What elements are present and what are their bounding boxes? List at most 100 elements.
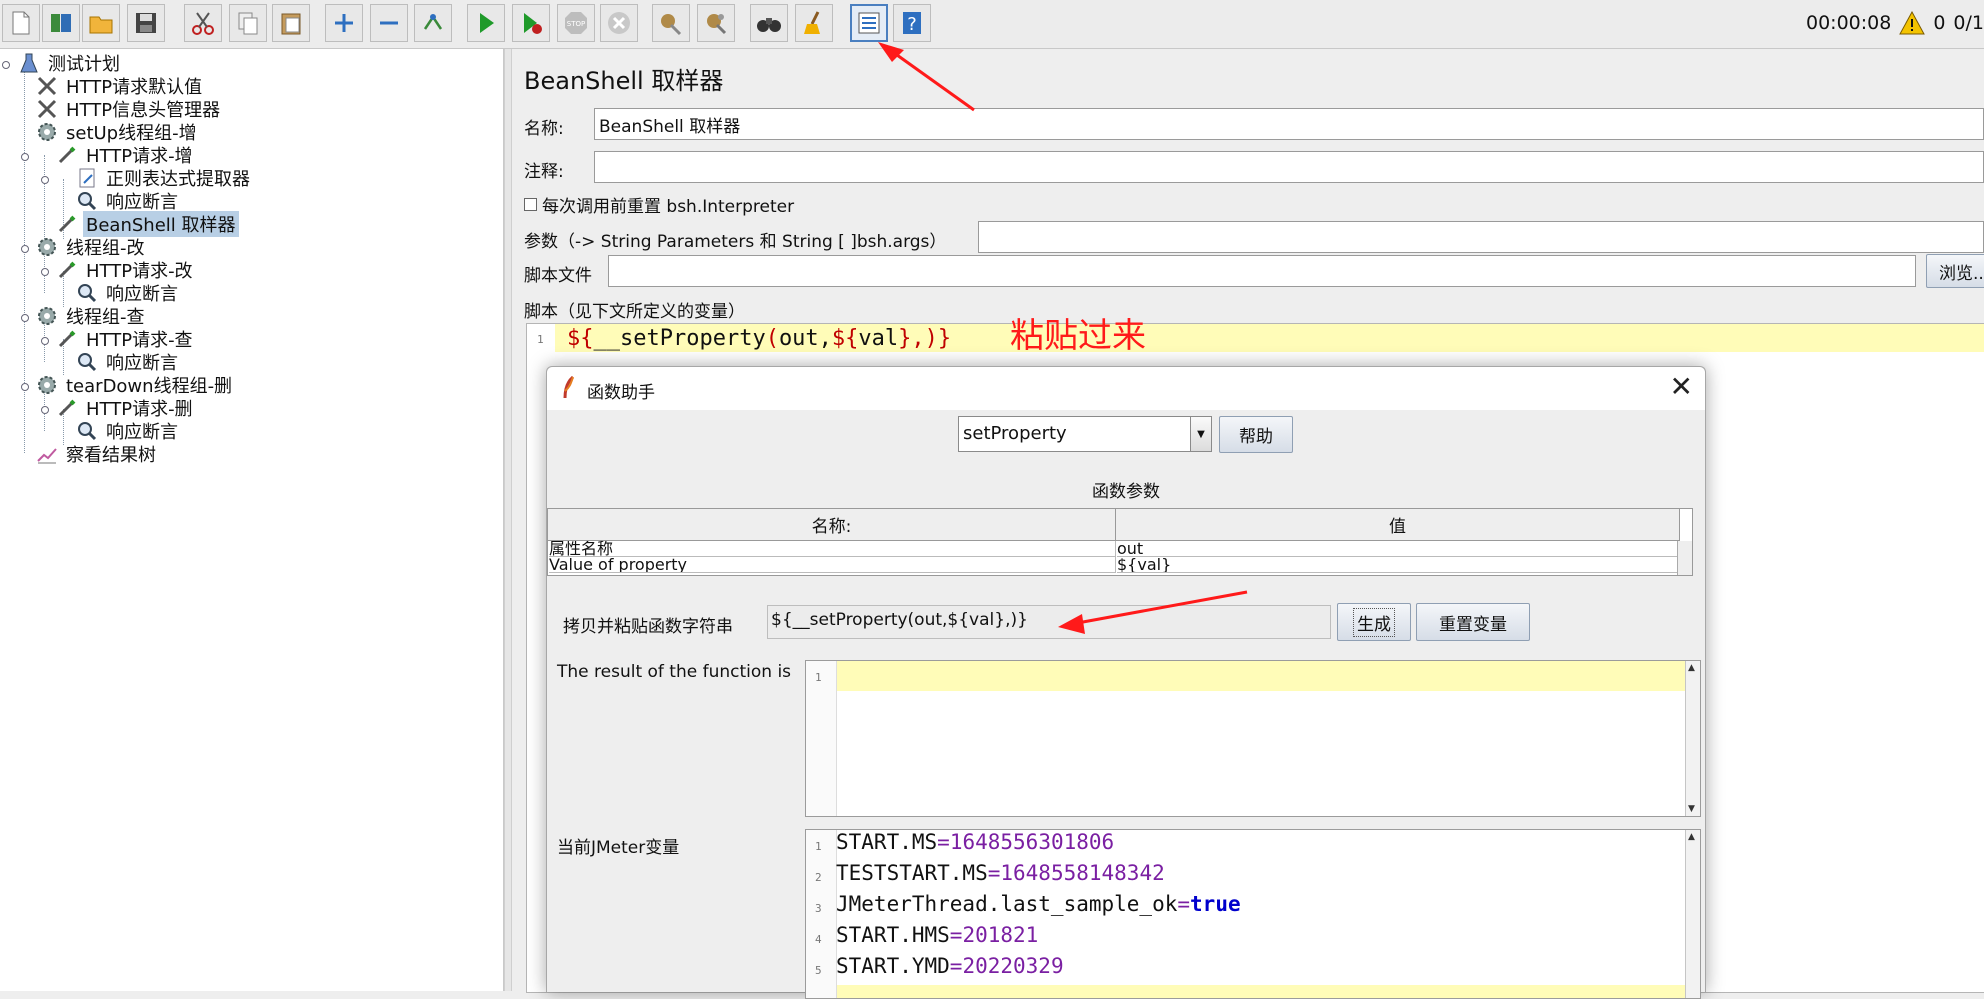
variable-line: JMeterThread.last_sample_ok=true [836,892,1241,916]
pipette-icon [56,144,78,166]
line-number: 1 [537,333,544,346]
warning-icon[interactable] [1899,11,1926,35]
variable-line: START.MS=1648556301806 [836,830,1115,854]
feather-icon [561,375,577,405]
col-header-name[interactable]: 名称: [548,509,1116,541]
line-number: 4 [815,933,822,946]
function-string-field[interactable]: ${__setProperty(out,${val},)} [767,605,1331,639]
gear-icon [36,236,58,258]
open-icon[interactable] [82,4,120,42]
params-field[interactable] [978,221,1984,253]
editor-gutter [806,661,837,816]
tree-node-results-tree[interactable]: 察看结果树 [36,441,159,467]
wrench-icon [36,75,58,97]
reset-interpreter-label: 每次调用前重置 bsh.Interpreter [542,197,795,217]
browse-button[interactable]: 浏览... [1926,254,1984,288]
param-name-cell[interactable]: Value of property [549,557,1116,573]
templates-icon[interactable] [42,4,80,42]
line-number: 2 [815,871,822,884]
pipette-icon [56,328,78,350]
panel-title: BeanShell 取样器 [524,67,724,95]
result-scrollbar[interactable]: ▲ ▼ [1685,661,1700,816]
name-label: 名称: [524,119,564,139]
pipette-icon [56,259,78,281]
line-number: 3 [815,902,822,915]
script-file-field[interactable] [608,255,1916,287]
params-caption: 函数参数 [1092,482,1160,502]
name-field[interactable]: BeanShell 取样器 [594,108,1984,140]
clear-icon[interactable] [652,4,690,42]
function-helper-dialog: 函数助手 ✕ setProperty ▼ 帮助 函数参数 名称: 值 属性名称 … [546,366,1706,999]
script-label: 脚本（见下文所定义的变量） [524,302,745,322]
table-scrollbar[interactable] [1677,541,1692,575]
toolbar: STOP ? 00:00:08 0 0/1 [0,0,1984,49]
collapse-icon[interactable] [370,4,408,42]
toggle-icon[interactable] [414,4,452,42]
line-number: 1 [815,840,822,853]
function-params-table: 名称: 值 属性名称 out Value of property ${val} [547,508,1693,576]
tree-node-label: 察看结果树 [66,445,156,466]
help-button[interactable]: 帮助 [1219,416,1293,453]
script-file-label: 脚本文件 [524,266,592,286]
generate-label: 生成 [1353,607,1395,637]
search-icon[interactable] [750,4,788,42]
generate-button[interactable]: 生成 [1337,603,1411,641]
new-icon[interactable] [2,4,40,42]
svg-text:STOP: STOP [567,20,585,28]
thread-count: 0/1 [1953,12,1984,34]
magnifier-icon [76,351,98,373]
magnifier-icon [76,420,98,442]
test-plan-tree: 测试计划 HTTP请求默认值 HTTP信息头管理器 setUp线程组-增 HTT… [0,49,504,991]
jmeter-variables-editor[interactable]: 1 START.MS=1648556301806 2 TESTSTART.MS=… [805,829,1701,999]
svg-text:?: ? [907,14,917,35]
stop-icon[interactable]: STOP [557,4,595,42]
close-icon[interactable]: ✕ [1670,373,1693,401]
dialog-titlebar[interactable]: 函数助手 ✕ [547,367,1705,410]
paste-icon[interactable] [272,4,310,42]
extractor-icon [76,167,98,189]
wrench-icon [36,98,58,120]
comment-field[interactable] [594,151,1984,183]
copy-paste-label: 拷贝并粘贴函数字符串 [563,617,733,637]
start-icon[interactable] [467,4,505,42]
function-select-value: setProperty [963,423,1067,444]
function-helper-icon[interactable] [850,4,888,42]
pipette-icon [56,397,78,419]
warning-count: 0 [1933,12,1946,34]
reset-interpreter-checkbox[interactable] [524,198,537,211]
current-line-highlight [837,985,1686,998]
clear-all-icon[interactable] [697,4,735,42]
gear-icon [36,121,58,143]
reset-variables-button[interactable]: 重置变量 [1416,603,1530,641]
variable-line: START.YMD=20220329 [836,954,1064,978]
result-editor[interactable]: 1 ▲ ▼ [805,660,1701,817]
script-code[interactable]: ${__setProperty(out,${val},)} [567,326,951,351]
dialog-title: 函数助手 [587,383,655,403]
line-number: 1 [815,671,822,684]
broom-icon[interactable] [795,4,833,42]
copy-icon[interactable] [229,4,267,42]
variables-scrollbar[interactable]: ▲ [1685,830,1700,998]
test-plan-icon [18,52,40,74]
run-status: 00:00:08 0 0/1 [1806,10,1984,36]
pipette-icon [56,213,78,235]
help-icon[interactable]: ? [893,4,931,42]
col-header-value[interactable]: 值 [1116,509,1680,541]
function-select[interactable]: setProperty ▼ [958,416,1212,452]
variable-line: START.HMS=201821 [836,923,1039,947]
chevron-down-icon[interactable]: ▼ [1190,417,1211,451]
param-value-cell[interactable]: ${val} [1117,557,1679,573]
reset-interpreter-option[interactable]: 每次调用前重置 bsh.Interpreter [524,192,794,217]
param-name-cell[interactable]: 属性名称 [549,541,1116,557]
comment-label: 注释: [524,162,564,182]
cut-icon[interactable] [184,4,222,42]
current-line-highlight [837,661,1686,691]
params-label: 参数（-> String Parameters 和 String [ ]bsh.… [524,232,947,252]
variable-line: TESTSTART.MS=1648558148342 [836,861,1165,885]
expand-icon[interactable] [325,4,363,42]
param-value-cell[interactable]: out [1117,541,1679,557]
shutdown-icon[interactable] [600,4,638,42]
split-pane-divider[interactable] [504,49,512,991]
save-icon[interactable] [127,4,165,42]
start-no-pause-icon[interactable] [512,4,550,42]
